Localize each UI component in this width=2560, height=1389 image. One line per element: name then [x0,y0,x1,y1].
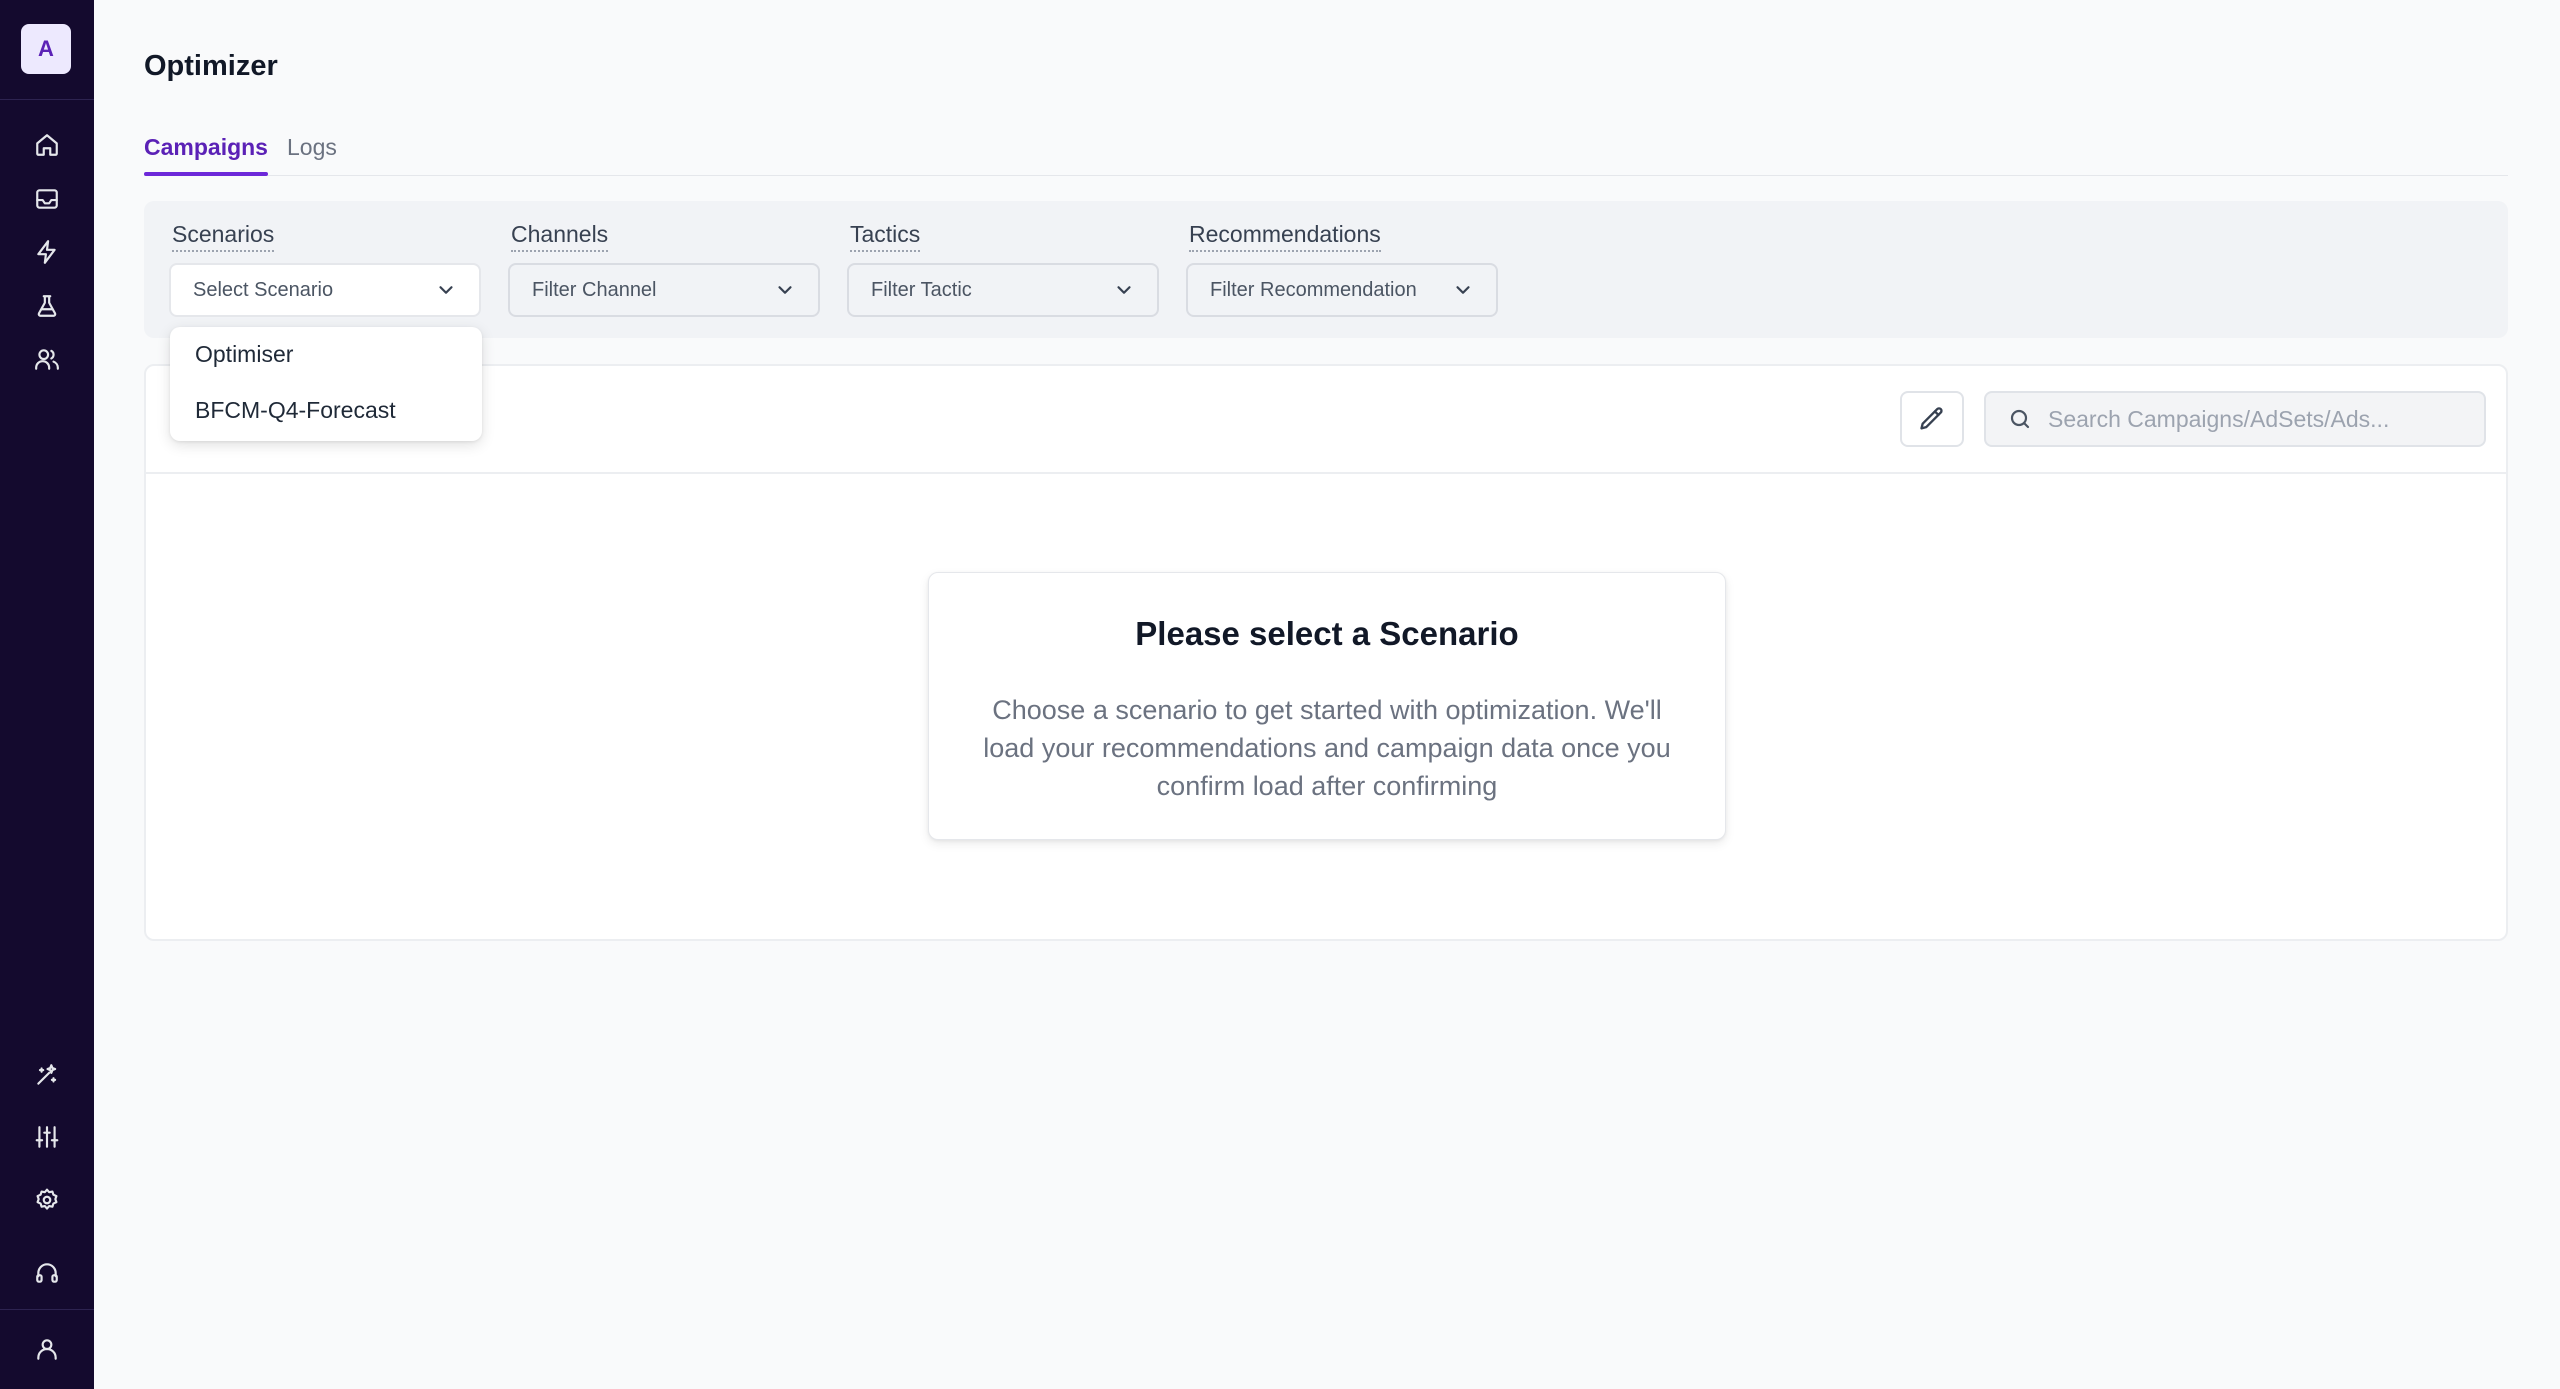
scenario-dropdown-menu: Optimiser BFCM-Q4-Forecast [170,327,482,441]
zap-icon[interactable] [27,232,67,272]
search-icon [2010,409,2030,429]
channel-select[interactable]: Filter Channel [508,263,820,317]
scenario-option-optimiser[interactable]: Optimiser [195,341,293,368]
sparkle-icon[interactable] [27,1055,67,1095]
tab-bar: Campaigns Logs [144,130,2508,176]
empty-state-message: Choose a scenario to get started with op… [983,695,1671,801]
headset-icon[interactable] [27,1253,67,1293]
recommendation-select[interactable]: Filter Recommendation [1186,263,1498,317]
users-icon[interactable] [27,339,67,379]
recommendation-select-value: Filter Recommendation [1210,278,1417,301]
workspace-avatar-letter: A [38,36,54,61]
sidebar-divider-top [0,99,94,100]
chevron-down-icon [778,286,792,294]
sliders-icon[interactable] [27,1117,67,1157]
home-icon[interactable] [27,125,67,165]
recommendations-filter: Recommendations Filter Recommendation [1186,221,1498,317]
tactic-select[interactable]: Filter Tactic [847,263,1159,317]
sidebar: A [0,0,94,1389]
edit-button[interactable] [1900,391,1964,447]
channels-filter: Channels Filter Channel [508,221,820,317]
sidebar-divider-bottom [0,1309,94,1310]
chevron-down-icon [439,286,453,294]
empty-state-card: Please select a Scenario Choose a scenar… [928,572,1726,840]
workspace-avatar[interactable]: A [21,24,71,74]
page-title: Optimizer [144,50,278,82]
scenarios-filter: Scenarios Select Scenario [169,221,481,317]
chevron-down-icon [1456,286,1470,294]
panel-divider [146,472,2506,474]
flask-icon[interactable] [27,286,67,326]
tactic-select-value: Filter Tactic [871,278,972,301]
scenarios-label: Scenarios [172,221,275,252]
scenario-select-value: Select Scenario [193,278,334,301]
search-box [1984,391,2486,447]
settings-icon[interactable] [27,1180,67,1220]
filter-bar: Scenarios Select Scenario Channels Filte… [144,201,2508,338]
scenario-select[interactable]: Select Scenario [169,263,481,317]
scenario-option-bfcm-q4-forecast[interactable]: BFCM-Q4-Forecast [195,397,396,424]
chevron-down-icon [1117,286,1131,294]
user-icon[interactable] [27,1329,67,1369]
tactics-label: Tactics [850,221,921,252]
tab-campaigns[interactable]: Campaigns [144,134,268,176]
channel-select-value: Filter Channel [532,278,657,301]
pencil-icon [1920,407,1943,430]
channels-label: Channels [511,221,609,252]
empty-state-title: Please select a Scenario [1135,615,1519,652]
tab-logs[interactable]: Logs [287,134,337,161]
tactics-filter: Tactics Filter Tactic [847,221,1159,317]
search-input[interactable] [2046,404,2470,434]
recommendations-label: Recommendations [1189,221,1381,252]
inbox-icon[interactable] [27,179,67,219]
